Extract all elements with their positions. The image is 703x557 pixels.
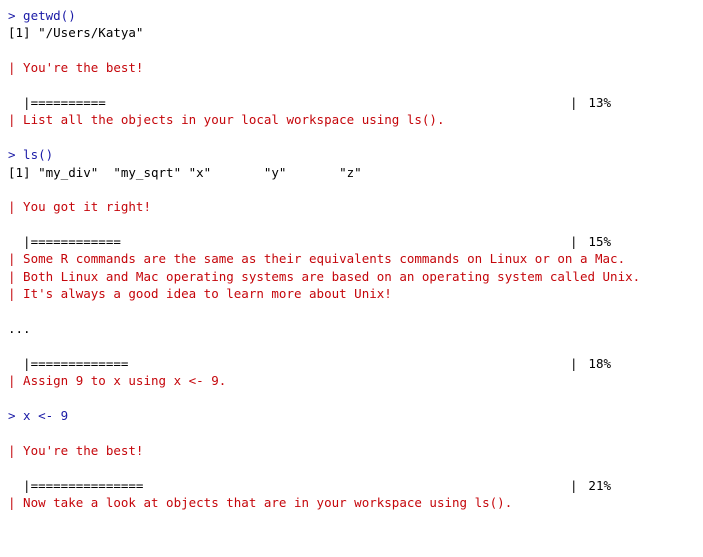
swirl-message-line: | Some R commands are the same as their … bbox=[8, 251, 626, 267]
progress-percent: 18% bbox=[588, 355, 611, 371]
console-command-line: > getwd() bbox=[8, 8, 76, 23]
console-output-line: ... bbox=[8, 321, 31, 337]
swirl-message-line: | Assign 9 to x using x <- 9. bbox=[8, 373, 227, 389]
progress-bar-end: | bbox=[570, 477, 578, 493]
progress-bar: |============ bbox=[8, 234, 121, 250]
console-command-line: > ls() bbox=[8, 147, 54, 163]
swirl-message-line: | You got it right! bbox=[8, 199, 151, 215]
swirl-message-line: | You're the best! bbox=[8, 442, 144, 458]
progress-bar-line: |============ | 15% bbox=[8, 233, 695, 250]
progress-bar: |========== bbox=[8, 94, 106, 110]
swirl-message-line: | List all the objects in your local wor… bbox=[8, 112, 445, 128]
progress-bar-end: | bbox=[570, 234, 578, 250]
console-command-line: > x <- 9 bbox=[8, 407, 69, 423]
progress-bar-line: |============= | 18% bbox=[8, 355, 695, 372]
progress-percent: 15% bbox=[588, 234, 611, 250]
progress-bar-end: | bbox=[570, 94, 578, 110]
progress-bar-line: |========== | 13% bbox=[8, 94, 695, 111]
console-output-line: [1] "my_div" "my_sqrt" "x" "y" "z" bbox=[8, 164, 362, 180]
progress-percent: 13% bbox=[588, 94, 611, 110]
progress-bar: |============= bbox=[8, 355, 129, 371]
progress-bar-line: |=============== | 21% bbox=[8, 477, 695, 494]
swirl-message-line: | It's always a good idea to learn more … bbox=[8, 286, 392, 302]
swirl-message-line: | You're the best! bbox=[8, 60, 144, 76]
swirl-message-line: | Now take a look at objects that are in… bbox=[8, 494, 513, 510]
swirl-message-line: | Both Linux and Mac operating systems a… bbox=[8, 268, 641, 284]
progress-bar: |=============== bbox=[8, 477, 144, 493]
console-output-line: [1] "/Users/Katya" bbox=[8, 25, 144, 41]
progress-bar-end: | bbox=[570, 355, 578, 371]
r-console[interactable]: > getwd() [1] "/Users/Katya" | You're the … bbox=[8, 7, 695, 511]
progress-percent: 21% bbox=[588, 477, 611, 493]
